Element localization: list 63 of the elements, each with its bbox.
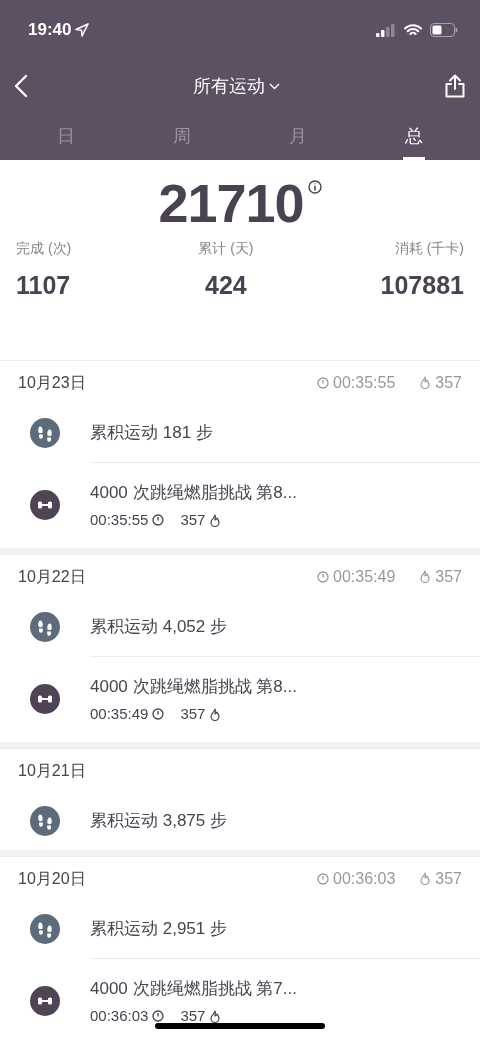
period-tab[interactable]: 日 xyxy=(8,112,124,160)
calories-text: 357 xyxy=(180,1006,206,1026)
date-label: 10月23日 xyxy=(18,372,86,393)
dumbbell-icon xyxy=(30,684,60,714)
wifi-icon xyxy=(404,23,422,37)
flame-icon xyxy=(419,570,432,583)
activity-filter-title[interactable]: 所有运动 xyxy=(192,72,265,100)
info-icon[interactable] xyxy=(307,180,322,194)
steps-summary: 累积运动 181 步 xyxy=(90,422,214,445)
location-arrow-icon xyxy=(75,23,90,37)
flame-icon xyxy=(419,872,432,885)
clock-icon xyxy=(317,872,329,885)
calories-text: 357 xyxy=(435,868,462,889)
battery-icon xyxy=(430,23,458,37)
status-time: 19:40 xyxy=(28,19,72,42)
workout-title: 4000 次跳绳燃脂挑战 第7... xyxy=(90,977,298,1000)
duration-text: 00:35:55 xyxy=(333,372,396,393)
stat-label: 完成 (次) xyxy=(16,239,72,258)
duration-text: 00:36:03 xyxy=(90,1006,149,1026)
signal-icon xyxy=(376,23,396,37)
duration-text: 00:36:03 xyxy=(333,868,396,889)
date-label: 10月21日 xyxy=(18,760,86,781)
clock-icon xyxy=(317,570,329,583)
flame-icon xyxy=(209,1009,222,1023)
clock-icon xyxy=(317,376,329,389)
duration-text: 00:35:49 xyxy=(90,704,149,724)
period-tab[interactable]: 月 xyxy=(240,112,356,160)
clock-icon xyxy=(152,708,165,721)
steps-summary: 累积运动 2,951 步 xyxy=(90,918,228,941)
dumbbell-icon xyxy=(30,490,60,520)
calories-text: 357 xyxy=(180,510,206,530)
clock-icon xyxy=(152,514,165,527)
period-tab[interactable]: 总 xyxy=(356,112,472,160)
flame-icon xyxy=(209,707,222,721)
stat-value: 107881 xyxy=(380,270,464,301)
stat-value: 424 xyxy=(205,270,247,301)
date-label: 10月20日 xyxy=(18,868,86,889)
calories-text: 357 xyxy=(435,372,462,393)
workout-title: 4000 次跳绳燃脂挑战 第8... xyxy=(90,481,298,504)
chevron-down-icon[interactable] xyxy=(268,82,280,90)
dumbbell-icon xyxy=(30,986,60,1016)
footprints-icon xyxy=(30,806,60,836)
steps-summary: 累积运动 4,052 步 xyxy=(90,616,228,639)
workout-title: 4000 次跳绳燃脂挑战 第8... xyxy=(90,675,298,698)
stat-label: 消耗 (千卡) xyxy=(394,239,464,258)
steps-summary: 累积运动 3,875 步 xyxy=(90,810,228,833)
footprints-icon xyxy=(30,418,60,448)
stat-value: 1107 xyxy=(16,270,71,301)
flame-icon xyxy=(209,513,222,527)
stat-label: 累计 (天) xyxy=(198,239,254,258)
share-icon[interactable] xyxy=(444,74,466,98)
total-count: 21710 xyxy=(158,176,304,230)
back-icon[interactable] xyxy=(14,74,28,98)
footprints-icon xyxy=(30,612,60,642)
period-tab[interactable]: 周 xyxy=(124,112,240,160)
footprints-icon xyxy=(30,914,60,944)
date-label: 10月22日 xyxy=(18,566,86,587)
clock-icon xyxy=(152,1010,165,1023)
calories-text: 357 xyxy=(435,566,462,587)
calories-text: 357 xyxy=(180,704,206,724)
duration-text: 00:35:49 xyxy=(333,566,396,587)
flame-icon xyxy=(419,376,432,389)
duration-text: 00:35:55 xyxy=(90,510,149,530)
